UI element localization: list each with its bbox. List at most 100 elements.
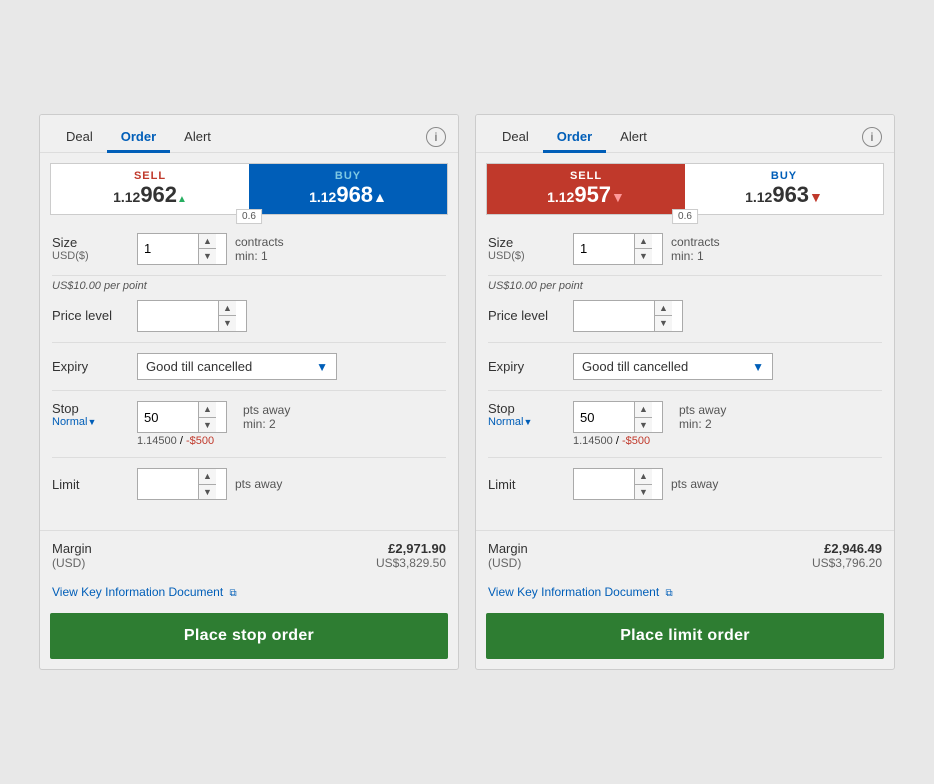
size-up-2[interactable]: ▲ xyxy=(635,234,652,250)
limit-input-2[interactable]: ▲ ▼ xyxy=(573,468,663,500)
expiry-value: Good till cancelled xyxy=(146,359,252,374)
form-section-2: Size USD($) 1 ▲ ▼ contracts min: 1 US$10… xyxy=(476,215,894,531)
expiry-row: Expiry Good till cancelled ▼ xyxy=(52,353,446,391)
stop-up[interactable]: ▲ xyxy=(199,402,216,418)
limit-field[interactable] xyxy=(138,469,198,499)
stop-input[interactable]: 50 ▲ ▼ xyxy=(137,401,227,433)
margin-sub-value: US$3,829.50 xyxy=(376,556,446,570)
buy-label-2: BUY xyxy=(695,170,873,182)
price-level-up-2[interactable]: ▲ xyxy=(655,301,672,317)
stop-field-2[interactable]: 50 xyxy=(574,402,634,432)
price-level-field[interactable]: 1.1500 xyxy=(138,301,218,331)
limit-up[interactable]: ▲ xyxy=(199,469,216,485)
limit-units-2: pts away xyxy=(671,477,718,491)
place-limit-order-button[interactable]: Place limit order xyxy=(486,613,884,659)
stop-down-2[interactable]: ▼ xyxy=(635,418,652,433)
expiry-label-2: Expiry xyxy=(488,359,573,374)
stop-down[interactable]: ▼ xyxy=(199,418,216,433)
key-info-link-2[interactable]: View Key Information Document ⧉ xyxy=(488,585,673,599)
price-level-input[interactable]: 1.1500 ▲ ▼ xyxy=(137,300,247,332)
stop-input-block: 50 ▲ ▼ pts away min: 2 1.14500 / -$500 xyxy=(137,401,290,447)
expiry-arrow-icon-2: ▼ xyxy=(752,360,764,374)
price-level-down[interactable]: ▼ xyxy=(219,316,236,331)
stop-input-2[interactable]: 50 ▲ ▼ xyxy=(573,401,663,433)
expiry-select-2[interactable]: Good till cancelled ▼ xyxy=(573,353,773,380)
tab-alert[interactable]: Alert xyxy=(170,123,225,153)
stop-units: pts away min: 2 xyxy=(243,403,290,431)
price-level-arrows: ▲ ▼ xyxy=(218,301,236,331)
external-link-icon: ⧉ xyxy=(230,588,237,599)
size-down[interactable]: ▼ xyxy=(199,249,216,264)
form-section: Size USD($) 1 ▲ ▼ contracts min: 1 US$10… xyxy=(40,215,458,531)
limit-input[interactable]: ▲ ▼ xyxy=(137,468,227,500)
size-arrows: ▲ ▼ xyxy=(198,234,216,264)
size-field[interactable]: 1 xyxy=(138,234,198,264)
stop-type-2[interactable]: Normal▼ xyxy=(488,416,573,428)
key-info: View Key Information Document ⧉ xyxy=(40,580,458,609)
external-link-icon-2: ⧉ xyxy=(666,588,673,599)
price-level-arrows-2: ▲ ▼ xyxy=(654,301,672,331)
limit-arrows: ▲ ▼ xyxy=(198,469,216,499)
buy-label: BUY xyxy=(259,170,437,182)
place-stop-order-button[interactable]: Place stop order xyxy=(50,613,448,659)
tab-deal-2[interactable]: Deal xyxy=(488,123,543,153)
size-up[interactable]: ▲ xyxy=(199,234,216,250)
buy-price-2: 1.12963▼ xyxy=(695,182,873,208)
sell-button-2[interactable]: SELL 1.12957▼ xyxy=(487,164,685,214)
limit-label: Limit xyxy=(52,477,137,492)
tab-deal[interactable]: Deal xyxy=(52,123,107,153)
limit-field-2[interactable] xyxy=(574,469,634,499)
margin-sublabel: (USD) xyxy=(52,556,92,570)
limit-down-2[interactable]: ▼ xyxy=(635,485,652,500)
limit-arrows-2: ▲ ▼ xyxy=(634,469,652,499)
info-icon[interactable]: i xyxy=(426,127,446,147)
margin-sublabel-2: (USD) xyxy=(488,556,528,570)
stop-order-panel: Deal Order Alert i SELL 1.12962▲ BUY 1.1… xyxy=(39,114,459,671)
stop-arrows: ▲ ▼ xyxy=(198,402,216,432)
margin-sub-value-2: US$3,796.20 xyxy=(812,556,882,570)
key-info-link[interactable]: View Key Information Document ⧉ xyxy=(52,585,237,599)
limit-up-2[interactable]: ▲ xyxy=(635,469,652,485)
margin-label-block: Margin (USD) xyxy=(52,541,92,570)
price-level-field-2[interactable]: 1.1400 xyxy=(574,301,654,331)
buy-price: 1.12968▲ xyxy=(259,182,437,208)
margin-values-2: £2,946.49 US$3,796.20 xyxy=(812,541,882,570)
price-level-down-2[interactable]: ▼ xyxy=(655,316,672,331)
limit-down[interactable]: ▼ xyxy=(199,485,216,500)
buy-button[interactable]: BUY 1.12968▲ xyxy=(249,164,447,214)
price-section: SELL 1.12962▲ BUY 1.12968▲ 0.6 xyxy=(50,163,448,215)
margin-label-2: Margin xyxy=(488,541,528,556)
size-input-2[interactable]: 1 ▲ ▼ xyxy=(573,233,663,265)
info-icon-2[interactable]: i xyxy=(862,127,882,147)
expiry-value-2: Good till cancelled xyxy=(582,359,688,374)
expiry-arrow-icon: ▼ xyxy=(316,360,328,374)
size-arrows-2: ▲ ▼ xyxy=(634,234,652,264)
expiry-select[interactable]: Good till cancelled ▼ xyxy=(137,353,337,380)
stop-up-2[interactable]: ▲ xyxy=(635,402,652,418)
size-down-2[interactable]: ▼ xyxy=(635,249,652,264)
margin-main-value-2: £2,946.49 xyxy=(812,541,882,556)
margin-main-value: £2,971.90 xyxy=(376,541,446,556)
tab-order-2[interactable]: Order xyxy=(543,123,606,153)
size-field-2[interactable]: 1 xyxy=(574,234,634,264)
size-label: Size USD($) xyxy=(52,235,137,262)
tab-order[interactable]: Order xyxy=(107,123,170,153)
price-level-row: Price level 1.1500 ▲ ▼ xyxy=(52,300,446,343)
tab-alert-2[interactable]: Alert xyxy=(606,123,661,153)
stop-type[interactable]: Normal▼ xyxy=(52,416,137,428)
size-units: contracts min: 1 xyxy=(235,235,284,263)
size-input[interactable]: 1 ▲ ▼ xyxy=(137,233,227,265)
stop-row: Stop Normal▼ 50 ▲ ▼ pts away min: 2 xyxy=(52,401,446,458)
price-level-label: Price level xyxy=(52,308,137,323)
stop-field[interactable]: 50 xyxy=(138,402,198,432)
limit-order-panel: Deal Order Alert i SELL 1.12957▼ BUY 1.1… xyxy=(475,114,895,671)
margin-label: Margin xyxy=(52,541,92,556)
buy-button-2[interactable]: BUY 1.12963▼ xyxy=(685,164,883,214)
sell-button[interactable]: SELL 1.12962▲ xyxy=(51,164,249,214)
price-level-input-2[interactable]: 1.1400 ▲ ▼ xyxy=(573,300,683,332)
key-info-2: View Key Information Document ⧉ xyxy=(476,580,894,609)
price-level-up[interactable]: ▲ xyxy=(219,301,236,317)
margin-values: £2,971.90 US$3,829.50 xyxy=(376,541,446,570)
sell-price: 1.12962▲ xyxy=(61,182,239,208)
spread-badge: 0.6 xyxy=(236,209,262,224)
